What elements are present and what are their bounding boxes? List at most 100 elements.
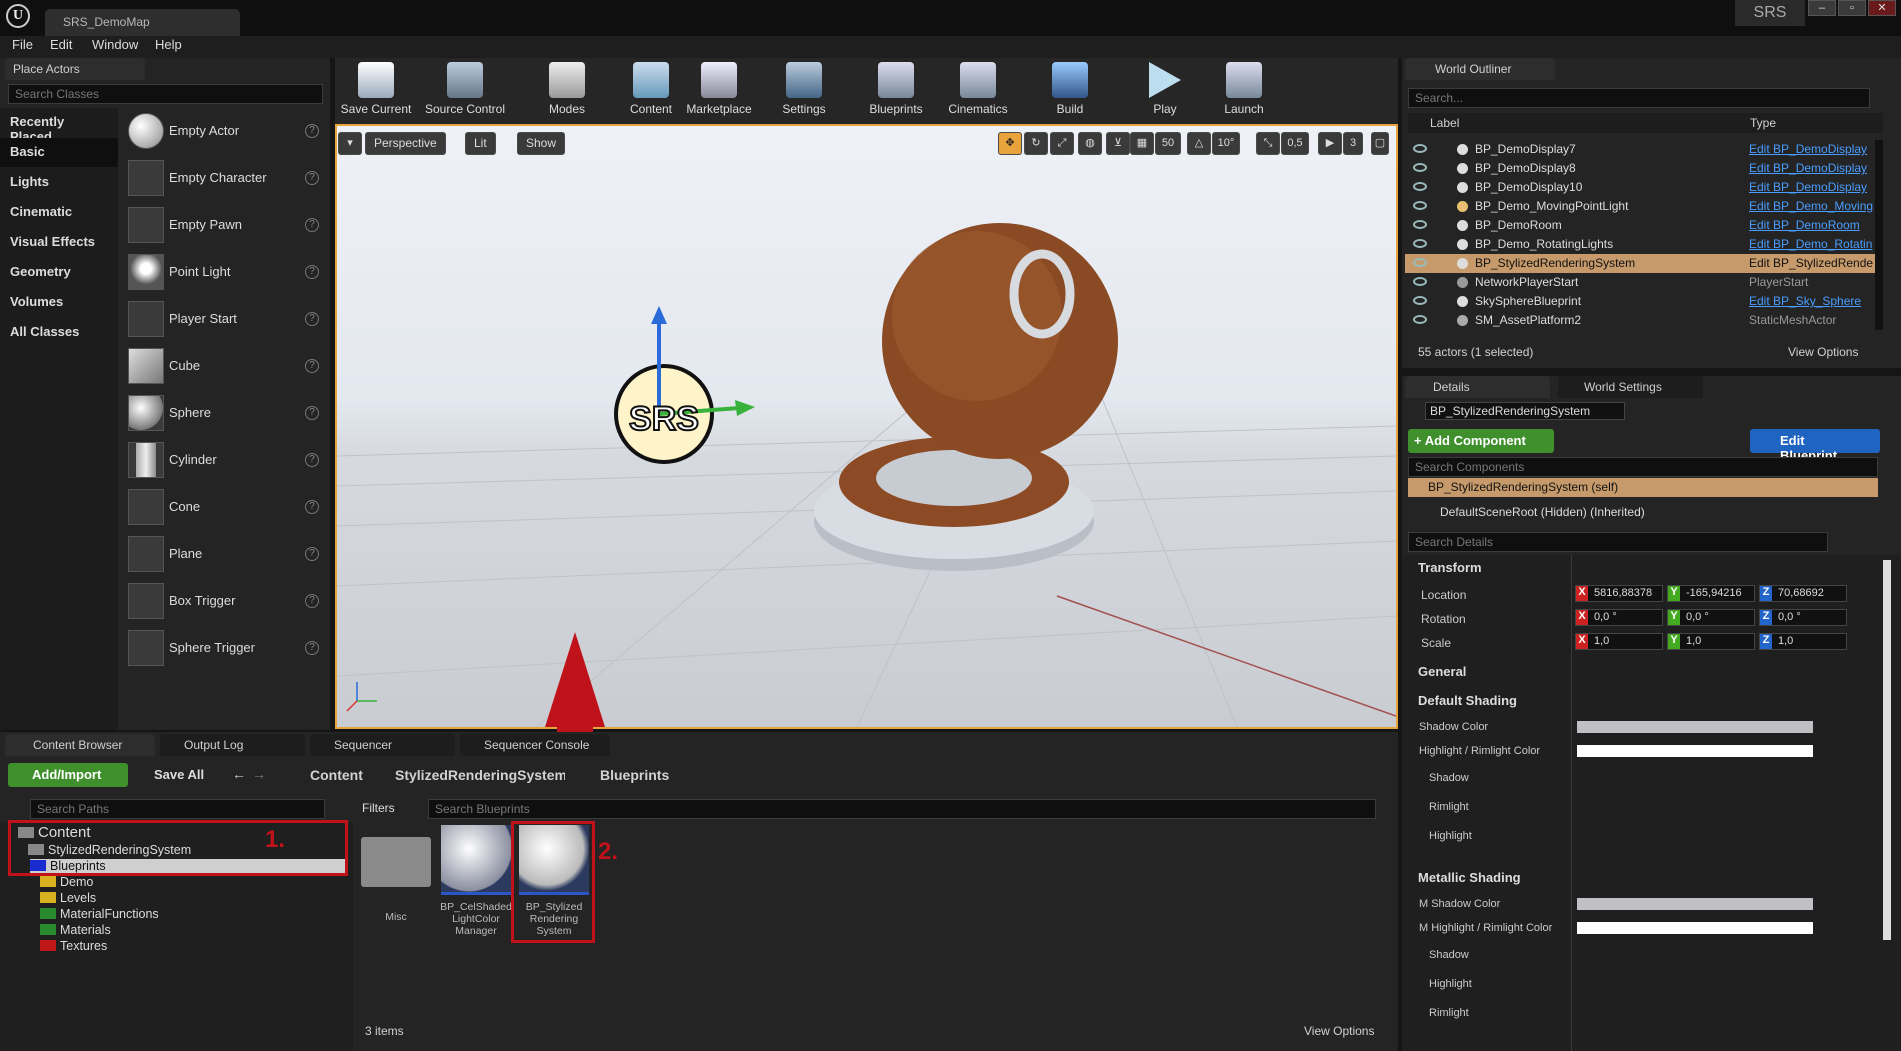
label-column-header[interactable]: Label [1430, 116, 1459, 130]
folder-textures[interactable]: Textures [40, 939, 107, 955]
scale-snap-value[interactable]: 0,5 [1281, 132, 1309, 155]
forward-arrow-icon[interactable]: → [252, 766, 266, 782]
world-settings-tab[interactable]: World Settings [1558, 376, 1703, 398]
help-icon[interactable]: ? [305, 218, 319, 232]
add-import-button[interactable]: Add/Import [8, 763, 128, 787]
eye-icon[interactable] [1413, 220, 1427, 229]
menu-window[interactable]: Window [92, 37, 138, 52]
edit-blueprint-button[interactable]: Edit Blueprint [1750, 429, 1880, 463]
rotation-snap-value[interactable]: 10° [1212, 132, 1240, 155]
scale-tool-icon[interactable]: ⤢ [1050, 132, 1074, 155]
menu-file[interactable]: File [12, 37, 33, 52]
level-viewport[interactable]: SRS [335, 124, 1398, 729]
eye-icon[interactable] [1413, 277, 1427, 286]
eye-icon[interactable] [1413, 163, 1427, 172]
folder-levels[interactable]: Levels [40, 891, 96, 907]
help-icon[interactable]: ? [305, 641, 319, 655]
scale-x-field[interactable]: X 1,0 [1575, 633, 1663, 650]
shadow-color-swatch[interactable] [1577, 721, 1813, 733]
show-button[interactable]: Show [517, 132, 566, 155]
help-icon[interactable]: ? [305, 359, 319, 373]
rotation-y-field[interactable]: Y 0,0 ° [1667, 609, 1755, 626]
category-visual-effects[interactable]: Visual Effects [0, 228, 118, 257]
actor-name-field[interactable]: BP_StylizedRenderingSystem [1425, 402, 1625, 420]
transform-section[interactable]: Transform [1418, 560, 1482, 575]
rimlight-group[interactable]: Rimlight [1405, 795, 1880, 819]
sequencer-console-tab[interactable]: Sequencer Console [460, 734, 610, 756]
cinematics-button[interactable]: Cinematics [942, 60, 1014, 120]
marketplace-button[interactable]: Marketplace [683, 60, 755, 120]
minimize-button[interactable]: – [1808, 0, 1836, 16]
actor-sphere[interactable]: Sphere? [125, 392, 325, 436]
help-icon[interactable]: ? [305, 171, 319, 185]
world-outliner-tab[interactable]: World Outliner [1405, 58, 1555, 80]
location-z-field[interactable]: Z 70,68692 [1759, 585, 1847, 602]
actor-plane[interactable]: Plane? [125, 533, 325, 577]
camera-speed-value[interactable]: 3 [1343, 132, 1363, 155]
category-all-classes[interactable]: All Classes [0, 318, 118, 347]
m-shadow-group[interactable]: Shadow [1405, 943, 1880, 967]
add-component-button[interactable]: + Add Component [1408, 429, 1554, 453]
search-classes-input[interactable]: Search Classes [8, 84, 323, 104]
surface-snap-icon[interactable]: ⊻ [1106, 132, 1130, 155]
folder-material-functions[interactable]: MaterialFunctions [40, 907, 159, 923]
settings-button[interactable]: Settings [772, 60, 836, 120]
content-browser-tab[interactable]: Content Browser [5, 734, 155, 756]
maximize-viewport-icon[interactable]: ▢ [1371, 132, 1389, 155]
blueprints-button[interactable]: Blueprints [862, 60, 930, 120]
content-button[interactable]: Content [619, 60, 683, 120]
actor-cylinder[interactable]: Cylinder? [125, 439, 325, 483]
rotation-z-field[interactable]: Z 0,0 ° [1759, 609, 1847, 626]
outliner-row[interactable]: BP_DemoRoom Edit BP_DemoRoom [1405, 216, 1880, 235]
outliner-scrollbar[interactable] [1875, 140, 1883, 330]
search-paths-input[interactable]: Search Paths [30, 799, 325, 819]
actor-cube[interactable]: Cube? [125, 345, 325, 389]
viewport-options-dropdown[interactable]: ▾ [338, 132, 362, 155]
outliner-view-options[interactable]: View Options [1788, 345, 1858, 359]
actor-cone[interactable]: Cone? [125, 486, 325, 530]
actor-player-start[interactable]: Player Start? [125, 298, 325, 342]
breadcrumb-content[interactable]: Content [310, 767, 363, 783]
category-lights[interactable]: Lights [0, 168, 118, 197]
asset-misc-folder[interactable]: Misc [358, 825, 434, 945]
maximize-button[interactable]: ▫ [1838, 0, 1866, 16]
world-space-icon[interactable]: ◍ [1078, 132, 1102, 155]
category-volumes[interactable]: Volumes [0, 288, 118, 317]
category-cinematic[interactable]: Cinematic [0, 198, 118, 227]
source-control-button[interactable]: Source Control [420, 60, 510, 120]
help-icon[interactable]: ? [305, 547, 319, 561]
perspective-button[interactable]: Perspective [365, 132, 446, 155]
camera-speed-icon[interactable]: ▶ [1318, 132, 1342, 155]
details-tab[interactable]: Details [1405, 376, 1550, 398]
category-basic[interactable]: Basic [0, 138, 118, 167]
actor-empty-pawn[interactable]: Empty Pawn? [125, 204, 325, 248]
search-components-input[interactable]: Search Components [1408, 457, 1878, 477]
rotate-tool-icon[interactable]: ↻ [1024, 132, 1048, 155]
back-arrow-icon[interactable]: ← [232, 766, 246, 782]
highlight-color-swatch[interactable] [1577, 745, 1813, 757]
details-scrollbar[interactable] [1883, 560, 1891, 940]
actor-point-light[interactable]: Point Light? [125, 251, 325, 295]
help-icon[interactable]: ? [305, 265, 319, 279]
outliner-row[interactable]: BP_Demo_RotatingLights Edit BP_Demo_Rotat… [1405, 235, 1880, 254]
m-shadow-color-swatch[interactable] [1577, 898, 1813, 910]
modes-button[interactable]: Modes [527, 60, 607, 120]
help-icon[interactable]: ? [305, 594, 319, 608]
eye-icon[interactable] [1413, 201, 1427, 210]
breadcrumb-blueprints[interactable]: Blueprints [600, 767, 669, 783]
type-column-header[interactable]: Type [1750, 116, 1776, 130]
place-actors-tab[interactable]: Place Actors [5, 58, 145, 80]
folder-demo[interactable]: Demo [40, 875, 93, 891]
search-blueprints-input[interactable]: Search Blueprints [428, 799, 1376, 819]
help-icon[interactable]: ? [305, 453, 319, 467]
level-tab[interactable]: SRS_DemoMap [45, 9, 240, 36]
lit-button[interactable]: Lit [465, 132, 496, 155]
actor-empty-actor[interactable]: Empty Actor? [125, 110, 325, 154]
outliner-row[interactable]: BP_DemoDisplay8 Edit BP_DemoDisplay [1405, 159, 1880, 178]
close-button[interactable]: ✕ [1868, 0, 1896, 16]
default-shading-section[interactable]: Default Shading [1418, 693, 1517, 708]
sequencer-tab[interactable]: Sequencer [310, 734, 455, 756]
outliner-row[interactable]: BP_DemoDisplay10 Edit BP_DemoDisplay [1405, 178, 1880, 197]
outliner-search-input[interactable]: Search... [1408, 88, 1870, 108]
save-all-button[interactable]: Save All [138, 767, 204, 782]
